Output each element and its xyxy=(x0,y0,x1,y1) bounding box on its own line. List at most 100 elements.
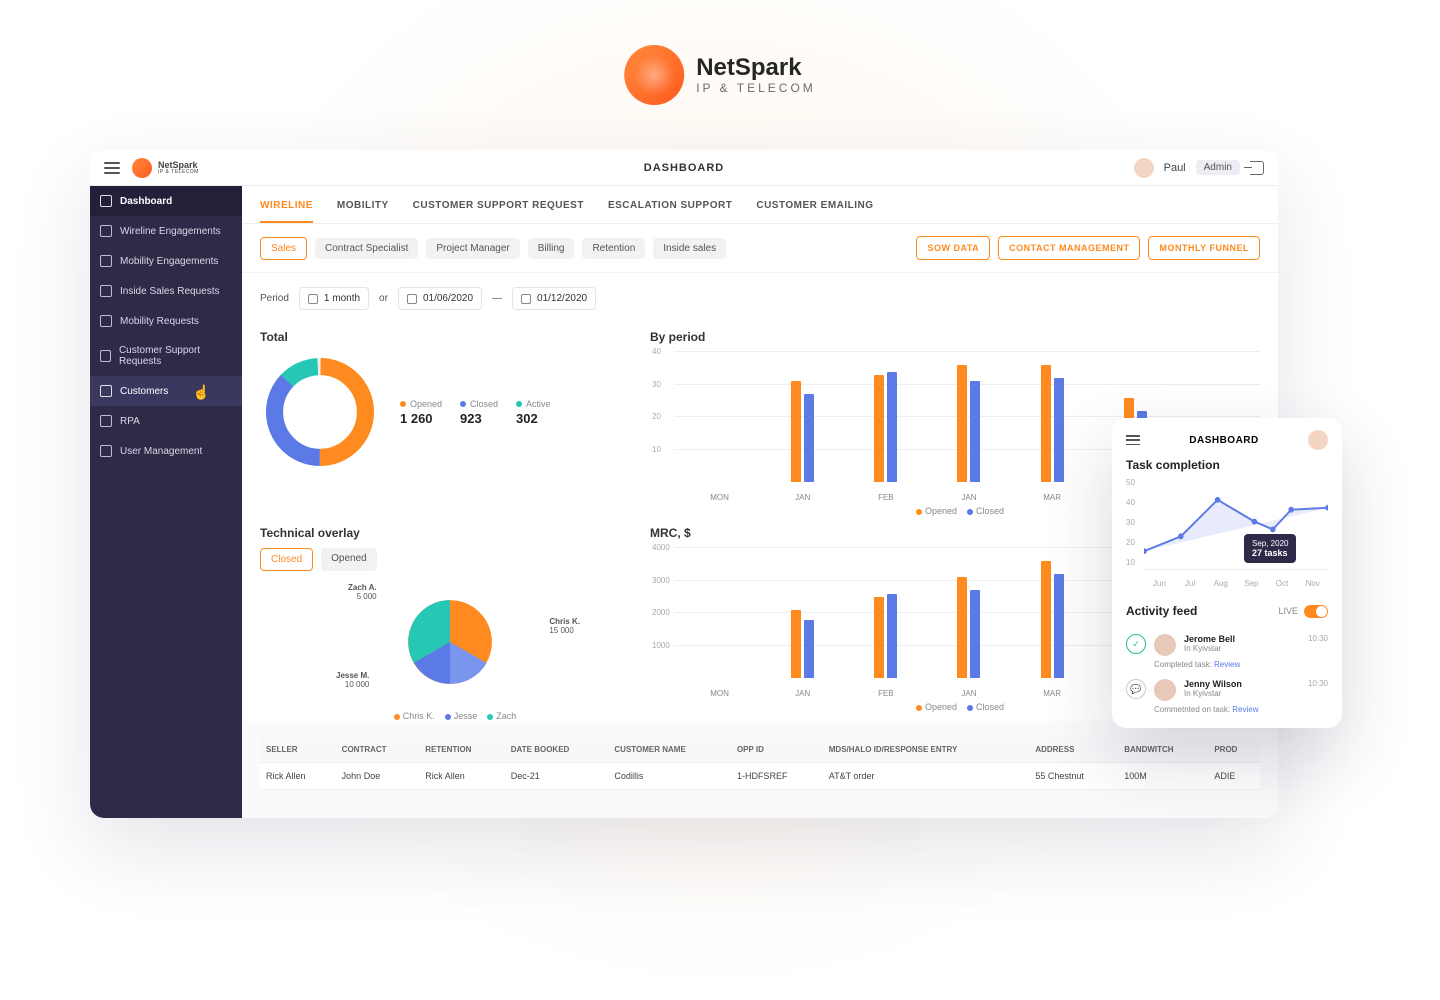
table-header[interactable]: SELLER xyxy=(260,737,336,763)
table-header[interactable]: MDS/HALO ID/RESPONSE ENTRY xyxy=(823,737,1030,763)
mobile-title: DASHBOARD xyxy=(1189,435,1259,446)
feed-subtext: Commetnted on task: Review xyxy=(1154,705,1328,714)
table-row[interactable]: Rick AllenJohn DoeRick AllenDec-21Codill… xyxy=(260,763,1260,790)
feed-link[interactable]: Review xyxy=(1214,660,1240,669)
chip-billing[interactable]: Billing xyxy=(528,238,575,259)
toggle-on-icon[interactable] xyxy=(1304,605,1328,618)
avatar[interactable] xyxy=(1134,158,1154,178)
app-logo: NetSparkIP & TELECOM xyxy=(132,158,199,178)
note-icon xyxy=(100,350,111,362)
table-header[interactable]: DATE BOOKED xyxy=(505,737,609,763)
brand-logo: NetSpark IP & TELECOM xyxy=(624,45,816,105)
pie-label-zach: Zach A.5 000 xyxy=(348,583,377,601)
cursor-hand-icon: ☝ xyxy=(193,384,210,401)
chip-sales[interactable]: Sales xyxy=(260,237,307,260)
sidebar-item-mobility-requests[interactable]: Mobility Requests xyxy=(90,306,242,336)
table-header[interactable]: RETENTION xyxy=(419,737,505,763)
sidebar: Dashboard Wireline Engagements Mobility … xyxy=(90,186,242,818)
table-header[interactable]: BANDWITCH xyxy=(1118,737,1208,763)
brand-mark xyxy=(624,45,684,105)
period-preset[interactable]: 1 month xyxy=(299,287,369,310)
chip-contract[interactable]: Contract Specialist xyxy=(315,238,418,259)
chart-icon xyxy=(100,225,112,237)
menu-icon[interactable] xyxy=(104,162,120,174)
byperiod-title: By period xyxy=(650,330,1260,344)
topbar: NetSparkIP & TELECOM DASHBOARD Paul Admi… xyxy=(90,150,1278,186)
chart-tooltip: Sep, 2020 27 tasks xyxy=(1244,534,1296,563)
tab-emailing[interactable]: CUSTOMER EMAILING xyxy=(756,200,873,223)
sidebar-item-customer-support[interactable]: Customer Support Requests xyxy=(90,336,242,376)
activity-feed-title: Activity feed xyxy=(1126,604,1197,618)
overlay-chip-closed[interactable]: Closed xyxy=(260,548,313,571)
task-completion-title: Task completion xyxy=(1126,458,1328,472)
sidebar-item-dashboard[interactable]: Dashboard xyxy=(90,186,242,216)
dollar-icon xyxy=(100,285,112,297)
tab-wireline[interactable]: WIRELINE xyxy=(260,200,313,223)
period-row: Period 1 month or 01/06/2020 — 01/12/202… xyxy=(242,273,1278,324)
check-icon: ✓ xyxy=(1126,634,1146,654)
grid-icon xyxy=(100,195,112,207)
tab-customer-support[interactable]: CUSTOMER SUPPORT REQUEST xyxy=(413,200,584,223)
user-plus-icon xyxy=(100,445,112,457)
donut-legend: Opened1 260 Closed923 Active302 xyxy=(400,399,551,426)
table-header[interactable]: CONTRACT xyxy=(336,737,420,763)
calendar-icon xyxy=(407,294,417,304)
subtabs-row: Sales Contract Specialist Project Manage… xyxy=(242,224,1278,273)
mobile-avatar[interactable] xyxy=(1308,430,1328,450)
calendar-icon xyxy=(308,294,318,304)
app-window: NetSparkIP & TELECOM DASHBOARD Paul Admi… xyxy=(90,150,1278,818)
sidebar-item-inside-sales[interactable]: Inside Sales Requests xyxy=(90,276,242,306)
people-icon xyxy=(100,385,112,397)
sidebar-item-user-management[interactable]: User Management xyxy=(90,436,242,466)
overlay-title: Technical overlay xyxy=(260,526,640,540)
period-label: Period xyxy=(260,293,289,304)
sow-data-button[interactable]: SOW DATA xyxy=(916,236,990,260)
comment-icon: 💬 xyxy=(1126,679,1146,699)
user-name: Paul xyxy=(1164,162,1186,174)
donut-chart xyxy=(260,352,380,472)
pie-label-chris: Chris K.15 000 xyxy=(549,617,580,635)
table-icon xyxy=(100,255,112,267)
logout-icon[interactable] xyxy=(1250,161,1264,175)
role-badge: Admin xyxy=(1196,160,1240,175)
sidebar-item-wireline-engagements[interactable]: Wireline Engagements xyxy=(90,216,242,246)
task-completion-chart: 50 40 30 20 10 Sep, 2020 27 tasks JunJul… xyxy=(1126,478,1328,588)
table-header[interactable]: ADDRESS xyxy=(1029,737,1118,763)
donut-title: Total xyxy=(260,330,640,344)
feed-avatar xyxy=(1154,679,1176,701)
date-to[interactable]: 01/12/2020 xyxy=(512,287,596,310)
sidebar-item-mobility-engagements[interactable]: Mobility Engagements xyxy=(90,246,242,276)
page-title: DASHBOARD xyxy=(644,162,725,174)
tab-mobility[interactable]: MOBILITY xyxy=(337,200,389,223)
data-table: SELLERCONTRACTRETENTIONDATE BOOKEDCUSTOM… xyxy=(260,737,1260,790)
pie-label-jesse: Jesse M.10 000 xyxy=(336,671,369,689)
feed-item[interactable]: 💬 Jenny WilsonIn Kyivstar 10:30 xyxy=(1126,679,1328,701)
table-header[interactable]: CUSTOMER NAME xyxy=(608,737,731,763)
table-header[interactable]: PROD xyxy=(1208,737,1260,763)
feed-link[interactable]: Review xyxy=(1232,705,1258,714)
feed-subtext: Completed task: Review xyxy=(1154,660,1328,669)
overlay-chip-opened[interactable]: Opened xyxy=(321,548,377,571)
chip-inside-sales[interactable]: Inside sales xyxy=(653,238,726,259)
brand-name: NetSpark xyxy=(696,55,816,81)
tabs: WIRELINE MOBILITY CUSTOMER SUPPORT REQUE… xyxy=(242,186,1278,224)
mobile-menu-icon[interactable] xyxy=(1126,435,1140,445)
contact-mgmt-button[interactable]: CONTACT MANAGEMENT xyxy=(998,236,1140,260)
mobile-card: DASHBOARD Task completion 50 40 30 20 10… xyxy=(1112,418,1342,728)
chip-retention[interactable]: Retention xyxy=(582,238,645,259)
pie-chart xyxy=(395,587,505,697)
sidebar-item-customers[interactable]: Customers☝ xyxy=(90,376,242,406)
table-header[interactable]: OPP ID xyxy=(731,737,823,763)
sidebar-item-rpa[interactable]: RPA xyxy=(90,406,242,436)
folder-icon xyxy=(100,415,112,427)
brand-sub: IP & TELECOM xyxy=(696,82,816,95)
feed-avatar xyxy=(1154,634,1176,656)
tab-escalation[interactable]: ESCALATION SUPPORT xyxy=(608,200,732,223)
feed-item[interactable]: ✓ Jerome BellIn Kyivstar 10:30 xyxy=(1126,634,1328,656)
date-from[interactable]: 01/06/2020 xyxy=(398,287,482,310)
chip-pm[interactable]: Project Manager xyxy=(426,238,519,259)
live-toggle[interactable]: LIVE xyxy=(1278,605,1328,618)
monthly-funnel-button[interactable]: MONTHLY FUNNEL xyxy=(1148,236,1260,260)
table-icon xyxy=(100,315,112,327)
calendar-icon xyxy=(521,294,531,304)
